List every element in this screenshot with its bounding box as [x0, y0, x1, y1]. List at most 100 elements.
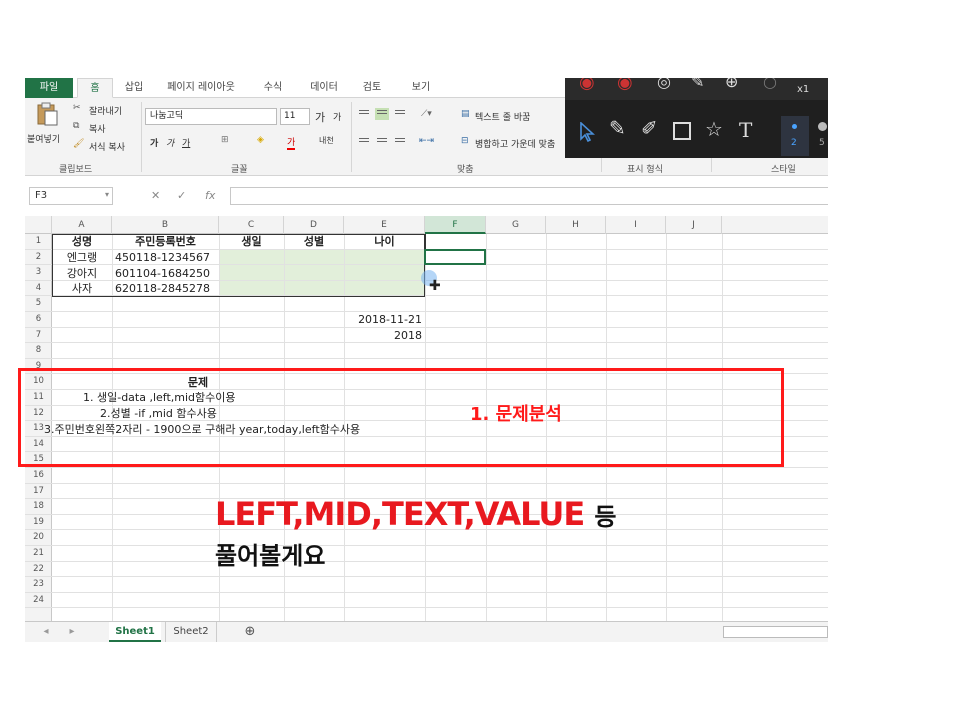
tab-sheet2[interactable]: Sheet2 [165, 622, 217, 642]
cell-a1[interactable]: 성명 [52, 234, 112, 250]
stop-icon[interactable]: ◉ [617, 78, 633, 93]
select-all-corner[interactable] [25, 216, 52, 234]
format-painter-button[interactable]: 🖌 서식 복사 [73, 139, 143, 153]
row-header[interactable]: 24 [25, 593, 52, 609]
row-header[interactable]: 8 [25, 343, 52, 359]
tab-sheet1[interactable]: Sheet1 [109, 622, 161, 642]
formula-input[interactable] [230, 187, 828, 205]
column-header-h[interactable]: H [546, 216, 606, 234]
row-header[interactable]: 21 [25, 546, 52, 562]
cursor-arrow-icon[interactable] [579, 122, 595, 142]
chevron-down-icon[interactable]: ▾ [105, 190, 109, 199]
add-sheet-icon[interactable]: ⊕ [241, 622, 259, 642]
row-header[interactable]: 5 [25, 296, 52, 312]
cell-b2[interactable]: 450118-1234567 [112, 250, 219, 266]
search-icon[interactable]: ○ [763, 78, 777, 91]
paste-button[interactable]: 붙여넣기 [27, 102, 67, 152]
column-header-f[interactable]: F [425, 216, 486, 234]
tab-formulas[interactable]: 수식 [253, 78, 293, 98]
cell-b3[interactable]: 601104-1684250 [112, 266, 219, 282]
row-header[interactable]: 23 [25, 577, 52, 593]
font-shrink-button[interactable]: 가 [333, 110, 341, 123]
underline-button[interactable]: 가 [182, 136, 190, 149]
row-header[interactable]: 7 [25, 328, 52, 344]
insert-function-icon[interactable]: fx [205, 189, 215, 202]
align-right-button[interactable] [393, 136, 407, 148]
align-center-button[interactable] [375, 136, 389, 148]
indent-icon[interactable]: ⇤⇥ [419, 136, 434, 146]
camera-icon[interactable]: ◎ [657, 78, 671, 91]
next-sheet-icon[interactable]: ▸ [65, 622, 79, 642]
tab-home[interactable]: 홈 [77, 78, 113, 98]
cell-e6[interactable]: 2018-11-21 [344, 312, 425, 328]
tab-page-layout[interactable]: 페이지 레이아웃 [159, 78, 243, 98]
column-header-i[interactable]: I [606, 216, 666, 234]
font-size-select[interactable]: 11 [280, 108, 310, 125]
row-header[interactable]: 19 [25, 515, 52, 531]
row-header[interactable]: 18 [25, 499, 52, 515]
column-header-c[interactable]: C [219, 216, 284, 234]
text-tool-icon[interactable]: T [739, 118, 752, 142]
record-icon[interactable]: ◉ [579, 78, 595, 93]
row-header[interactable]: 22 [25, 562, 52, 578]
cell-a2[interactable]: 엔그랭 [52, 250, 112, 266]
row-header[interactable]: 16 [25, 468, 52, 484]
wrap-text-button[interactable]: 텍스트 줄 바꿈 [475, 110, 530, 123]
prev-sheet-icon[interactable]: ◂ [39, 622, 53, 642]
cancel-icon[interactable]: ✕ [151, 189, 160, 202]
column-header-b[interactable]: B [112, 216, 219, 234]
merge-center-button[interactable]: 병합하고 가운데 맞춤 [475, 137, 555, 150]
tab-view[interactable]: 보기 [403, 78, 439, 98]
copy-button[interactable]: ⧉ 복사 [73, 121, 133, 135]
row-header[interactable]: 4 [25, 281, 52, 297]
row-header[interactable]: 3 [25, 265, 52, 281]
row-header[interactable]: 1 [25, 234, 52, 250]
bold-button[interactable]: 가 [150, 136, 158, 149]
rectangle-icon[interactable] [673, 122, 691, 140]
horizontal-scrollbar[interactable] [723, 626, 828, 638]
enter-icon[interactable]: ✓ [177, 189, 186, 202]
row-header[interactable]: 17 [25, 484, 52, 500]
cell-e7[interactable]: 2018 [344, 328, 425, 344]
highlighter-icon[interactable]: ✐ [641, 116, 658, 140]
column-header-j[interactable]: J [666, 216, 722, 234]
font-color-button[interactable]: 가 [287, 135, 296, 150]
column-header-g[interactable]: G [486, 216, 546, 234]
cell-a3[interactable]: 강아지 [52, 266, 112, 282]
tab-file[interactable]: 파일 [25, 78, 73, 98]
cut-button[interactable]: ✂ 잘라내기 [73, 103, 141, 117]
tab-insert[interactable]: 삽입 [115, 78, 153, 98]
font-grow-button[interactable]: 가 [315, 109, 325, 125]
cell-b1[interactable]: 주민등록번호 [112, 234, 219, 250]
name-box[interactable]: F3 [29, 187, 113, 205]
pen-icon[interactable]: ✎ [609, 116, 626, 140]
cell-e1[interactable]: 나이 [344, 234, 425, 250]
orientation-icon[interactable]: ⟋▾ [421, 109, 432, 119]
thickness-option-large[interactable]: 5 [813, 116, 828, 156]
align-top-button[interactable] [357, 108, 371, 120]
cell-b4[interactable]: 620118-2845278 [112, 281, 219, 297]
pencil-icon[interactable]: ✎ [691, 78, 704, 91]
align-middle-button[interactable] [375, 108, 389, 120]
font-name-select[interactable]: 나눔고딕 [145, 108, 277, 125]
row-header[interactable]: 20 [25, 530, 52, 546]
star-icon[interactable]: ☆ [705, 117, 723, 141]
cell-a4[interactable]: 사자 [52, 281, 112, 297]
align-left-button[interactable] [357, 136, 371, 148]
cell-c1[interactable]: 생일 [219, 234, 284, 250]
thickness-option[interactable]: 2 [781, 116, 809, 156]
zoom-icon[interactable]: ⊕ [725, 78, 738, 91]
italic-button[interactable]: 가 [166, 136, 174, 149]
border-icon[interactable]: ⊞ [221, 135, 229, 145]
align-bottom-button[interactable] [393, 108, 407, 120]
phonetic-button[interactable]: 내천 [319, 135, 334, 146]
cell-d1[interactable]: 성별 [284, 234, 344, 250]
row-header[interactable]: 2 [25, 250, 52, 266]
column-header-a[interactable]: A [52, 216, 112, 234]
active-cell-f3[interactable] [424, 249, 486, 265]
tab-review[interactable]: 검토 [353, 78, 391, 98]
fill-color-icon[interactable]: ◈ [257, 135, 264, 145]
column-header-d[interactable]: D [284, 216, 344, 234]
column-header-e[interactable]: E [344, 216, 425, 234]
tab-data[interactable]: 데이터 [301, 78, 347, 98]
